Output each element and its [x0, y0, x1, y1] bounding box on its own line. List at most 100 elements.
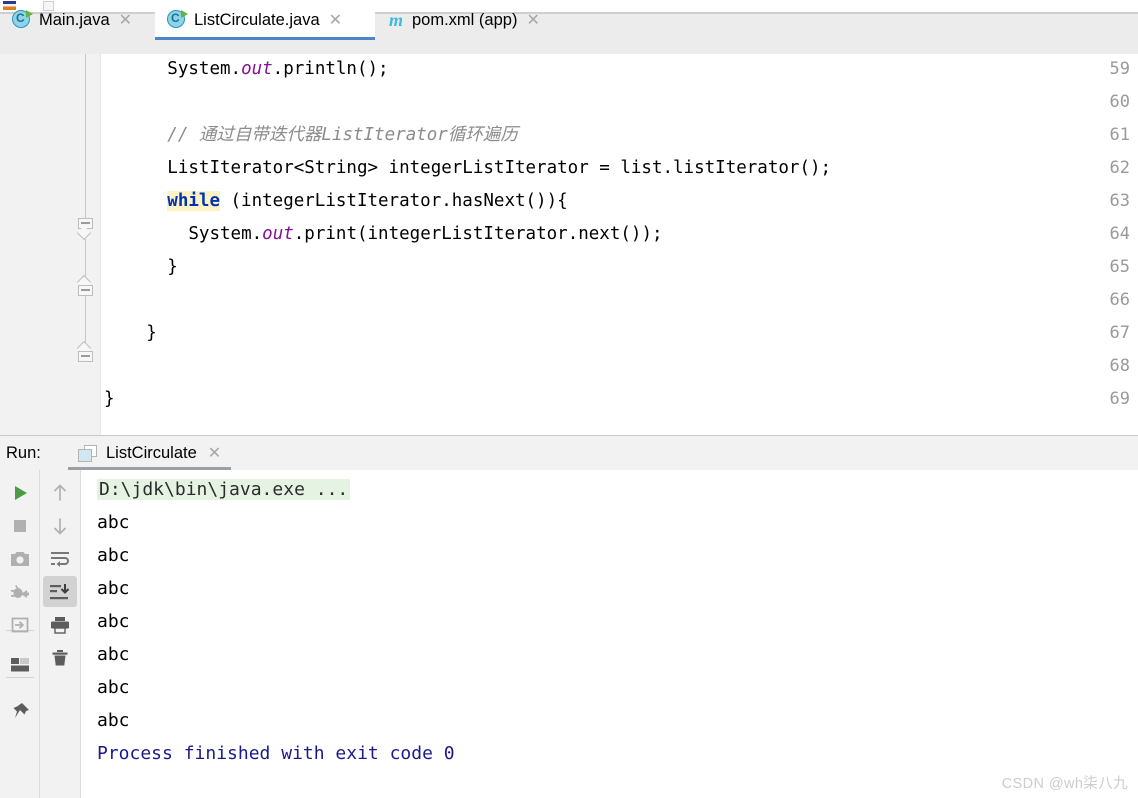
- console-output-line: abc: [97, 578, 130, 599]
- down-button[interactable]: [40, 509, 80, 542]
- run-panel-title: Run:: [6, 444, 41, 462]
- console-output-line: abc: [97, 545, 130, 566]
- line-number: 64: [1109, 224, 1130, 244]
- line-number: 65: [1109, 257, 1130, 277]
- scroll-to-end-button[interactable]: [40, 575, 80, 608]
- console-line: abc: [97, 539, 130, 572]
- code-line[interactable]: while (integerListIterator.hasNext()){: [104, 185, 568, 218]
- clear-all-button[interactable]: [40, 641, 80, 674]
- line-number: 62: [1109, 158, 1130, 178]
- console-output-area[interactable]: D:\jdk\bin\java.exe ... abc abc abc abc abc ab…: [0, 470, 1138, 798]
- arrow-down-icon: [53, 518, 67, 535]
- print-button[interactable]: [40, 608, 80, 641]
- line-number: 66: [1109, 290, 1130, 310]
- stop-square-icon: [14, 519, 26, 532]
- code-token: .println();: [272, 59, 389, 79]
- console-line: abc: [97, 704, 130, 737]
- import-arrow-icon: [11, 617, 29, 632]
- close-icon[interactable]: ✕: [119, 12, 132, 28]
- close-icon[interactable]: ✕: [526, 12, 539, 28]
- line-number: 67: [1109, 323, 1130, 343]
- run-panel-header: Run: ListCirculate ✕: [0, 436, 1138, 470]
- java-class-icon: C: [167, 10, 188, 30]
- console-line: abc: [97, 506, 130, 539]
- up-button[interactable]: [40, 476, 80, 509]
- printer-icon: [51, 616, 69, 634]
- fold-marker-while-end[interactable]: [77, 274, 93, 296]
- code-token-field: out: [262, 224, 294, 244]
- console-line: abc: [97, 572, 130, 605]
- code-line[interactable]: }: [104, 317, 157, 350]
- code-token: }: [167, 257, 178, 277]
- console-command-line: D:\jdk\bin\java.exe ...: [97, 479, 351, 500]
- editor-tab-label: ListCirculate.java: [194, 10, 320, 29]
- line-number: 69: [1109, 389, 1130, 409]
- code-line[interactable]: System.out.println();: [104, 54, 389, 86]
- console-line: abc: [97, 605, 130, 638]
- run-tab-listcirculate[interactable]: ListCirculate ✕: [68, 436, 232, 470]
- pin-button[interactable]: [0, 695, 40, 728]
- editor-tab-label: pom.xml (app): [412, 10, 518, 29]
- code-line[interactable]: }: [104, 383, 115, 416]
- java-class-icon: C: [12, 10, 33, 30]
- line-number-gutter[interactable]: [0, 54, 72, 435]
- console-output-line: abc: [97, 710, 130, 731]
- line-number: 63: [1109, 191, 1130, 211]
- fold-marker-while-start[interactable]: [77, 218, 93, 240]
- run-tab-label: ListCirculate: [106, 443, 197, 462]
- editor-tab-listcirculate-java[interactable]: C ListCirculate.java ✕: [155, 0, 375, 40]
- code-token-field: out: [241, 59, 273, 79]
- line-number: 60: [1109, 92, 1130, 112]
- code-token: }: [146, 323, 157, 343]
- code-token: .print(integerListIterator.next());: [293, 224, 663, 244]
- editor-tab-label: Main.java: [39, 10, 110, 29]
- code-token-keyword: while: [167, 191, 220, 211]
- soft-wrap-button[interactable]: [40, 542, 80, 575]
- maven-icon: m: [388, 10, 403, 30]
- console-output-line: abc: [97, 611, 130, 632]
- code-token: System.: [167, 59, 242, 79]
- code-comment: // 通过自带迭代器ListIterator循环遍历: [167, 125, 518, 145]
- console-output-line: abc: [97, 512, 130, 533]
- stop-button[interactable]: [0, 509, 40, 542]
- fold-column-divider: [100, 54, 101, 435]
- line-number: 61: [1109, 125, 1130, 145]
- console-output-line: abc: [97, 644, 130, 665]
- console-left-divider: [80, 470, 81, 798]
- fold-marker-method-end[interactable]: [77, 340, 93, 362]
- console-window-icon: [78, 444, 97, 462]
- play-icon: [15, 485, 27, 500]
- line-number: 59: [1109, 59, 1130, 79]
- rerun-button[interactable]: [0, 476, 40, 509]
- console-exit-line: Process finished with exit code 0: [97, 743, 455, 764]
- code-token: (integerListIterator.hasNext()){: [219, 191, 568, 211]
- screenshot-button[interactable]: [0, 542, 40, 575]
- code-token: ListIterator<String> integerListIterator…: [167, 158, 832, 178]
- layout-grid-icon: [11, 657, 29, 671]
- bug-arrow-icon: [11, 584, 29, 598]
- arrow-up-icon: [53, 483, 67, 500]
- soft-wrap-icon: [51, 551, 69, 567]
- trash-icon: [52, 649, 68, 665]
- watermark: CSDN @wh柒八九: [1001, 776, 1128, 792]
- editor-tab-pom-xml[interactable]: m pom.xml (app) ✕: [375, 0, 580, 40]
- console-line: abc: [97, 638, 130, 671]
- code-token: System.: [188, 224, 263, 244]
- console-line: abc: [97, 671, 130, 704]
- close-icon[interactable]: ✕: [329, 12, 342, 28]
- code-editor[interactable]: 59 60 61 62 63 64 65 66 67 68 69 System.out.printl…: [0, 54, 1138, 435]
- code-line[interactable]: ListIterator<String> integerListIterator…: [104, 152, 831, 185]
- code-fold-column[interactable]: [72, 54, 100, 435]
- pin-icon: [13, 702, 29, 718]
- close-icon[interactable]: ✕: [208, 445, 221, 461]
- editor-tab-main-java[interactable]: C Main.java ✕: [0, 0, 155, 40]
- scroll-to-end-icon: [50, 583, 70, 599]
- code-token: }: [104, 389, 115, 409]
- line-number: 68: [1109, 356, 1130, 376]
- export-button[interactable]: [0, 608, 40, 641]
- code-line[interactable]: System.out.print(integerListIterator.nex…: [104, 218, 663, 251]
- code-line[interactable]: }: [104, 251, 178, 284]
- code-line[interactable]: // 通过自带迭代器ListIterator循环遍历: [104, 119, 518, 152]
- restore-layout-button[interactable]: [0, 575, 40, 608]
- active-tab-underline: [155, 37, 375, 40]
